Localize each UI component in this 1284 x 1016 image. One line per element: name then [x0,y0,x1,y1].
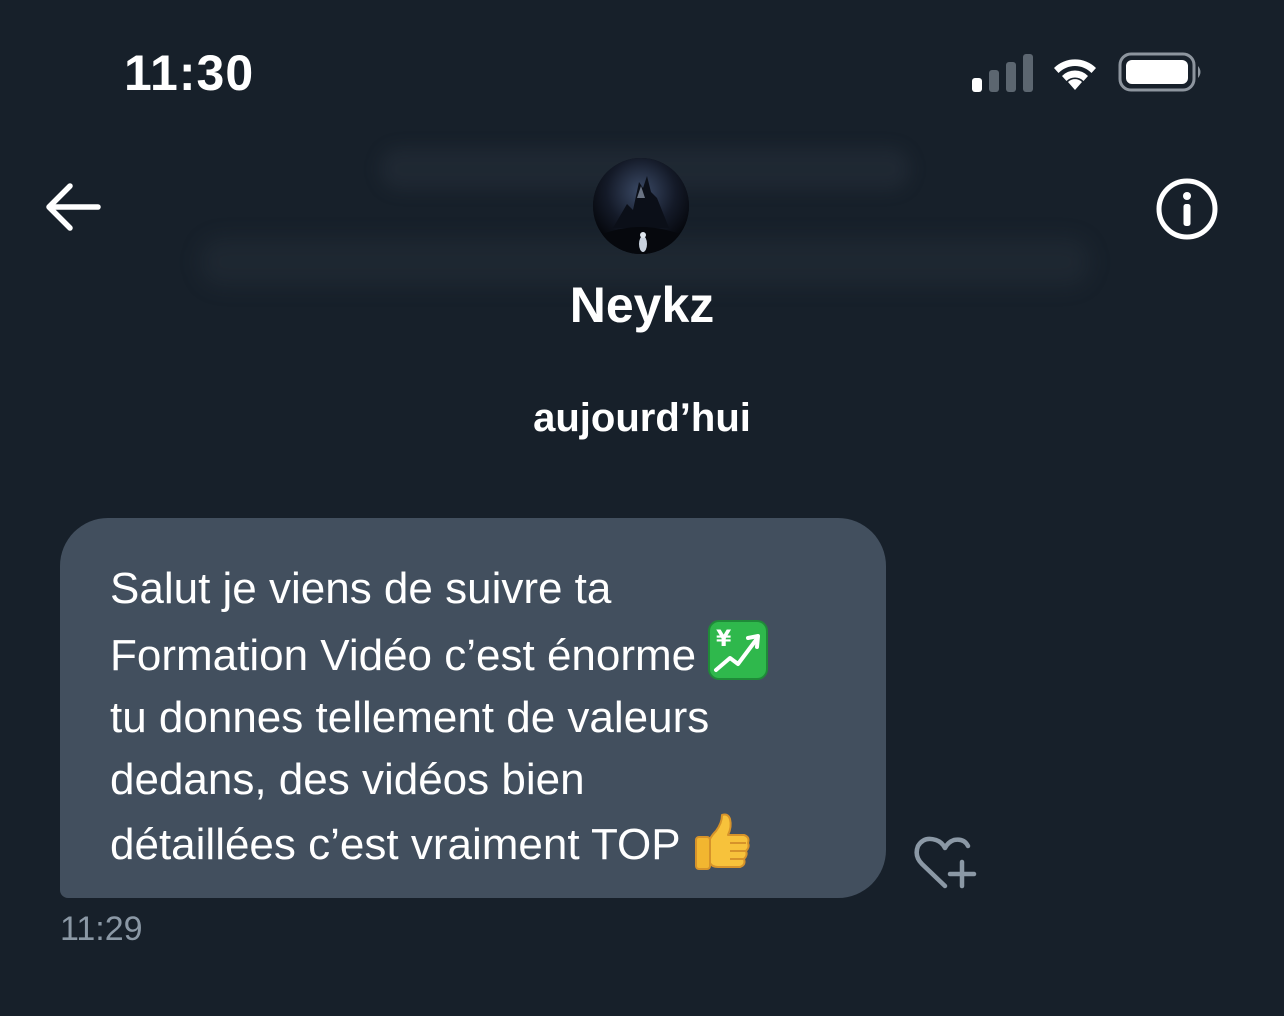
status-time: 11:30 [124,45,255,101]
message-line: Formation Vidéo c’est énorme ¥ [110,620,836,687]
chart-increasing-with-yen-emoji: ¥ [708,620,769,680]
contact-name[interactable]: Neykz [0,276,1284,334]
back-button[interactable] [40,176,106,238]
thumbs-up-emoji [695,813,750,870]
message-line: tu donnes tellement de valeurs [110,687,836,749]
message-bubble[interactable]: Salut je viens de suivre ta Formation Vi… [60,518,886,898]
date-separator: aujourd’hui [533,396,751,440]
message-text: détaillées c’est vraiment TOP [110,820,680,869]
message-text: tu donnes tellement de valeurs [110,693,710,742]
message-text: Salut je viens de suivre ta [110,564,612,613]
info-circle-icon [1156,178,1218,240]
battery-icon [1118,52,1201,92]
svg-text:¥: ¥ [716,627,732,652]
heart-plus-icon [914,836,977,889]
message-line: détaillées c’est vraiment TOP [110,811,836,876]
info-button[interactable] [1154,176,1220,242]
message-line: dedans, des vidéos bien [110,749,836,811]
message-text: Formation Vidéo c’est énorme [110,631,697,680]
message-text: dedans, des vidéos bien [110,755,585,804]
wifi-icon [1054,59,1096,90]
avatar[interactable] [593,158,689,254]
message-timestamp: 11:29 [60,910,143,948]
message-line: Salut je viens de suivre ta [110,558,836,620]
cellular-signal-icon [972,54,1033,92]
arrow-left-icon [46,183,101,231]
avatar-image [593,158,689,254]
add-reaction-button[interactable] [912,832,978,892]
